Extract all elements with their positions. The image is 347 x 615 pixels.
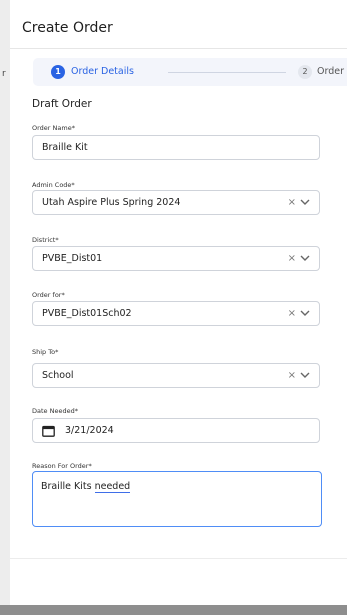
- reason-textarea[interactable]: Braille Kits needed: [32, 471, 322, 527]
- order-for-label: Order for*: [32, 291, 65, 299]
- reason-value: Braille Kits needed: [41, 481, 131, 493]
- section-title: Draft Order: [32, 98, 92, 110]
- date-needed-input[interactable]: 3/21/2024: [32, 418, 320, 443]
- order-for-value: PVBE_Dist01Sch02: [42, 308, 132, 319]
- district-label: District*: [32, 236, 59, 244]
- chevron-down-icon[interactable]: [300, 199, 310, 206]
- step-connector: [168, 72, 286, 73]
- ship-to-select[interactable]: School ×: [32, 363, 320, 388]
- ship-to-value: School: [42, 370, 74, 381]
- order-stepper: 1 Order Details 2 Order Ite: [33, 58, 347, 86]
- date-needed-value: 3/21/2024: [65, 425, 114, 436]
- chevron-down-icon[interactable]: [300, 310, 310, 317]
- reason-label: Reason For Order*: [32, 462, 92, 470]
- clear-icon[interactable]: ×: [288, 253, 296, 264]
- step-2-number: 2: [298, 65, 312, 79]
- admin-code-label: Admin Code*: [32, 181, 75, 189]
- reason-text: Braille Kits: [41, 481, 95, 492]
- bottom-bar: [0, 605, 347, 615]
- district-select[interactable]: PVBE_Dist01 ×: [32, 246, 320, 271]
- clear-icon[interactable]: ×: [288, 308, 296, 319]
- order-name-input[interactable]: Braille Kit: [32, 135, 320, 160]
- background-page: r: [0, 0, 10, 605]
- background-text-fragment: r: [2, 69, 6, 79]
- chevron-down-icon[interactable]: [300, 372, 310, 379]
- footer-divider: [10, 558, 347, 559]
- create-order-modal: Create Order 1 Order Details 2 Order Ite…: [10, 0, 347, 605]
- admin-code-value: Utah Aspire Plus Spring 2024: [42, 197, 181, 208]
- order-name-label: Order Name*: [32, 124, 75, 132]
- ship-to-label: Ship To*: [32, 348, 59, 356]
- district-value: PVBE_Dist01: [42, 253, 103, 264]
- step-1-number: 1: [51, 65, 65, 79]
- step-order-items[interactable]: Order Ite: [317, 66, 347, 77]
- modal-header: Create Order: [10, 0, 347, 49]
- clear-icon[interactable]: ×: [288, 197, 296, 208]
- step-order-details[interactable]: Order Details: [71, 66, 134, 77]
- modal-title: Create Order: [22, 20, 113, 36]
- order-for-select[interactable]: PVBE_Dist01Sch02 ×: [32, 301, 320, 326]
- reason-text-misspelled: needed: [94, 481, 131, 493]
- order-name-value: Braille Kit: [42, 142, 88, 153]
- admin-code-select[interactable]: Utah Aspire Plus Spring 2024 ×: [32, 190, 320, 215]
- date-needed-label: Date Needed*: [32, 407, 78, 415]
- chevron-down-icon[interactable]: [300, 255, 310, 262]
- calendar-icon[interactable]: [42, 425, 55, 437]
- clear-icon[interactable]: ×: [288, 370, 296, 381]
